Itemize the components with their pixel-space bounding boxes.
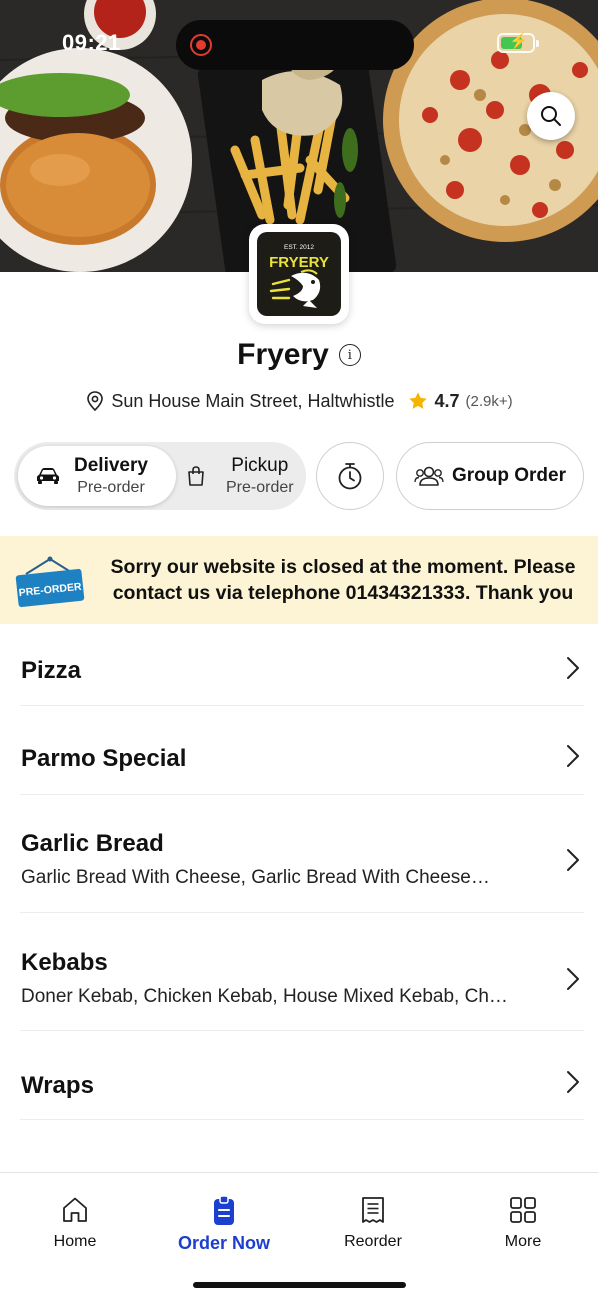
closed-notice-banner: PRE-ORDER Sorry our website is closed at…: [0, 536, 598, 624]
group-order-button[interactable]: Group Order: [396, 442, 584, 510]
menu-category-title: Parmo Special: [21, 745, 187, 772]
pickup-sub: Pre-order: [226, 478, 294, 496]
menu-category-title: Garlic Bread: [21, 830, 164, 857]
menu-category-wraps[interactable]: Wraps: [20, 1031, 584, 1120]
stopwatch-icon: [338, 463, 362, 490]
dynamic-island: [176, 20, 414, 70]
rating-count: (2.9k+): [465, 392, 513, 410]
menu-category-pizza[interactable]: Pizza: [20, 626, 584, 706]
grid-icon: [510, 1197, 536, 1223]
chevron-right-icon: [567, 849, 579, 871]
search-icon: [541, 106, 561, 126]
tab-order-now-label: Order Now: [177, 1233, 270, 1253]
restaurant-logo: EST. 2012 FRYERY: [249, 224, 349, 324]
pickup-option[interactable]: Pickup Pre-order: [180, 446, 302, 506]
delivery-option[interactable]: Delivery Pre-order: [18, 446, 176, 506]
menu-category-desc: Doner Kebab, Chicken Kebab, House Mixed …: [21, 986, 508, 1007]
status-time: 09:21: [62, 30, 121, 55]
recording-icon: [190, 34, 212, 56]
restaurant-address: Sun House Main Street, Haltwhistle: [111, 390, 395, 411]
tab-home[interactable]: Home: [0, 1195, 150, 1251]
order-icon: [214, 1195, 234, 1225]
pickup-label: Pickup: [231, 455, 289, 477]
bag-icon: [188, 466, 204, 486]
chevron-right-icon: [567, 1071, 579, 1093]
chevron-right-icon: [567, 657, 579, 679]
info-icon[interactable]: i: [338, 344, 361, 366]
menu-category-parmo-special[interactable]: Parmo Special: [20, 706, 584, 795]
home-indicator[interactable]: [193, 1282, 406, 1288]
restaurant-details: Sun House Main Street, Haltwhistle 4.7 (…: [0, 390, 598, 412]
rating-value: 4.7: [434, 390, 460, 411]
preorder-sign-icon: PRE-ORDER: [15, 556, 85, 608]
receipt-icon: [362, 1197, 384, 1223]
tab-reorder-label: Reorder: [344, 1233, 402, 1250]
restaurant-header: Fryery i: [0, 338, 598, 372]
logo-text: FRYERY: [269, 254, 329, 271]
restaurant-name: Fryery: [237, 338, 329, 371]
menu-category-kebabs[interactable]: Kebabs Doner Kebab, Chicken Kebab, House…: [20, 913, 584, 1031]
menu-category-title: Kebabs: [21, 949, 108, 976]
location-pin-icon: [87, 391, 104, 412]
group-icon: [414, 466, 444, 486]
fish-logo-icon: EST. 2012 FRYERY: [269, 244, 329, 308]
tab-more[interactable]: More: [448, 1195, 598, 1251]
order-mode-toggle: Delivery Pre-order Pickup Pre-order: [14, 442, 306, 510]
menu-category-title: Pizza: [21, 657, 82, 684]
bottom-tab-bar: Home Order Now Reorder More: [0, 1172, 598, 1300]
tab-reorder[interactable]: Reorder: [298, 1195, 448, 1251]
closed-message: Sorry our website is closed at the momen…: [110, 556, 576, 604]
tab-home-label: Home: [53, 1233, 97, 1250]
group-order-label: Group Order: [451, 465, 566, 486]
car-icon: [37, 468, 59, 484]
menu-category-desc: Garlic Bread With Cheese, Garlic Bread W…: [21, 867, 490, 888]
schedule-button[interactable]: [316, 442, 384, 510]
star-icon: [408, 392, 427, 409]
delivery-sub: Pre-order: [77, 478, 145, 496]
logo-est: EST. 2012: [284, 244, 314, 251]
delivery-label: Delivery: [74, 455, 148, 477]
menu-category-title: Wraps: [21, 1072, 94, 1099]
chevron-right-icon: [567, 968, 579, 990]
chevron-right-icon: [567, 745, 579, 767]
tab-more-label: More: [504, 1233, 542, 1250]
menu-category-garlic-bread[interactable]: Garlic Bread Garlic Bread With Cheese, G…: [20, 795, 584, 913]
tab-order-now[interactable]: Order Now: [149, 1195, 299, 1254]
home-icon: [63, 1197, 87, 1222]
search-button[interactable]: [527, 92, 575, 140]
battery-icon: ⚡: [497, 33, 539, 53]
